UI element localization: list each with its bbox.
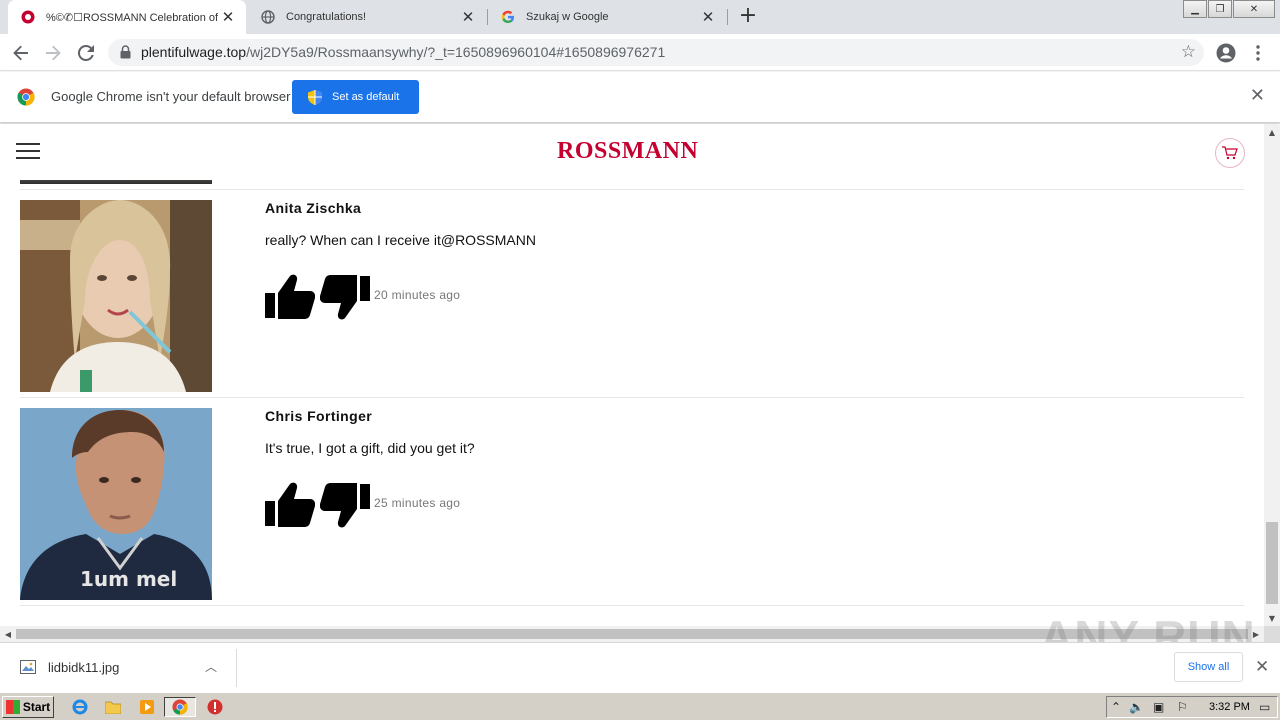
- comment-text: really? When can I receive it@ROSSMANN: [265, 232, 536, 248]
- tray-expand-icon[interactable]: ⌃: [1111, 700, 1121, 714]
- thumbs-down-icon[interactable]: [320, 274, 370, 320]
- page-viewport: ROSSMANN Anita Zischka really? When can …: [0, 124, 1264, 626]
- reload-button[interactable]: [73, 40, 99, 66]
- tab-rossmann[interactable]: %©✆☐ROSSMANN Celebration of the ✕: [8, 0, 246, 34]
- network-icon[interactable]: ▣: [1153, 700, 1164, 714]
- bookmark-star-icon[interactable]: ☆: [1181, 42, 1196, 62]
- scroll-down-arrow-icon[interactable]: ▼: [1264, 610, 1280, 626]
- close-tab-icon[interactable]: ✕: [458, 8, 478, 26]
- media-player-icon[interactable]: [137, 697, 157, 717]
- rossmann-favicon-icon: [20, 9, 36, 25]
- infobar-message: Google Chrome isn't your default browser: [51, 89, 291, 104]
- globe-icon: [260, 9, 276, 25]
- chrome-icon: [17, 88, 35, 106]
- close-infobar-icon[interactable]: ✕: [1250, 85, 1265, 106]
- download-divider: [236, 649, 237, 687]
- chrome-taskbar-button[interactable]: [164, 697, 196, 717]
- profile-button[interactable]: [1213, 40, 1239, 66]
- cart-button[interactable]: [1215, 138, 1245, 168]
- close-tab-icon[interactable]: ✕: [698, 8, 718, 26]
- system-tray: ⌃ 🔈 ▣ ⚐ 3:32 PM ▭: [1106, 696, 1278, 718]
- tab-title-glyphs: %©✆☐: [46, 11, 83, 24]
- chrome-icon: [172, 699, 188, 715]
- close-download-bar-icon[interactable]: ✕: [1255, 657, 1269, 677]
- set-as-default-button[interactable]: Set as default: [292, 80, 419, 114]
- scroll-left-arrow-icon[interactable]: ◀: [0, 626, 16, 642]
- stop-icon[interactable]: [205, 697, 225, 717]
- comment-author: Anita Zischka: [265, 200, 362, 216]
- default-browser-infobar: Google Chrome isn't your default browser…: [0, 72, 1280, 123]
- scrollbar-corner: [1264, 626, 1280, 642]
- tab-strip: %©✆☐ROSSMANN Celebration of the ✕ Congra…: [0, 0, 1280, 34]
- lock-icon: [120, 45, 131, 59]
- minimize-button[interactable]: ▁: [1183, 0, 1207, 18]
- browser-toolbar: plentifulwage.top/wj2DY5a9/Rossmaansywhy…: [0, 34, 1280, 71]
- url-text: plentifulwage.top/wj2DY5a9/Rossmaansywhy…: [141, 44, 665, 60]
- arrow-right-icon: [46, 45, 61, 61]
- arrow-left-icon: [13, 45, 28, 61]
- comment-divider: [20, 397, 1244, 398]
- show-desktop-icon[interactable]: ▭: [1259, 700, 1270, 714]
- vertical-scrollbar[interactable]: ▲ ▼: [1264, 124, 1280, 626]
- kebab-menu-icon: [1256, 45, 1260, 61]
- rossmann-logo[interactable]: ROSSMANN: [557, 138, 698, 165]
- shopping-cart-icon: [1222, 146, 1238, 160]
- action-center-flag-icon[interactable]: ⚐: [1177, 700, 1188, 714]
- account-icon: [1216, 43, 1236, 63]
- new-tab-button[interactable]: +: [738, 5, 758, 27]
- start-label: Start: [22, 700, 51, 714]
- tab-separator: [727, 9, 728, 25]
- ie-icon[interactable]: [70, 697, 90, 717]
- menu-button[interactable]: [1245, 40, 1271, 66]
- comment-timestamp: 20 minutes ago: [374, 288, 461, 302]
- scroll-up-arrow-icon[interactable]: ▲: [1264, 124, 1280, 140]
- avatar: 1um mel: [20, 408, 212, 600]
- url-path: /wj2DY5a9/Rossmaansywhy/?_t=165089696010…: [246, 44, 666, 60]
- google-icon: [500, 9, 516, 25]
- windows-taskbar: Start ⌃ 🔈 ▣ ⚐ 3:32 PM ▭: [0, 692, 1280, 720]
- restore-button[interactable]: ❐: [1208, 0, 1232, 18]
- comment-text: It's true, I got a gift, did you get it?: [265, 440, 475, 456]
- show-all-button[interactable]: Show all: [1174, 652, 1243, 682]
- site-header: ROSSMANN: [0, 124, 1264, 180]
- windows-logo-icon: [5, 700, 20, 714]
- comment-author: Chris Fortinger: [265, 408, 373, 424]
- folder-icon[interactable]: [103, 697, 123, 717]
- image-file-icon: [20, 660, 36, 674]
- comment-timestamp: 25 minutes ago: [374, 496, 461, 510]
- thumbs-up-icon[interactable]: [265, 274, 315, 320]
- taskbar-clock[interactable]: 3:32 PM: [1209, 701, 1250, 713]
- comment-divider: [20, 189, 1244, 190]
- tab-google[interactable]: Szukaj w Google ✕: [488, 0, 726, 34]
- tab-title: Congratulations!: [286, 11, 367, 23]
- thumbs-up-icon[interactable]: [265, 482, 315, 528]
- back-button[interactable]: [8, 40, 34, 66]
- comment-item: 1um mel Chris Fortinger It's true, I got…: [0, 408, 1264, 600]
- avatar: [20, 200, 212, 392]
- avatar-shirt-text: 1um mel: [80, 567, 177, 591]
- comment-item: Anita Zischka really? When can I receive…: [0, 200, 1264, 392]
- close-tab-icon[interactable]: ✕: [218, 8, 238, 26]
- url-host: plentifulwage.top: [141, 44, 247, 60]
- start-button[interactable]: Start: [2, 696, 54, 718]
- tab-title: ROSSMANN Celebration of the: [82, 11, 218, 24]
- address-bar[interactable]: plentifulwage.top/wj2DY5a9/Rossmaansywhy…: [108, 39, 1204, 66]
- window-close-button[interactable]: ✕: [1233, 0, 1275, 18]
- set-as-default-label: Set as default: [332, 91, 400, 103]
- vertical-scroll-thumb[interactable]: [1266, 522, 1278, 604]
- tab-title: Szukaj w Google: [526, 11, 609, 23]
- forward-button[interactable]: [40, 40, 66, 66]
- chevron-up-icon[interactable]: ︿: [205, 658, 217, 675]
- comment-divider: [20, 605, 1244, 606]
- tab-congratulations[interactable]: Congratulations! ✕: [248, 0, 486, 34]
- thumbs-down-icon[interactable]: [320, 482, 370, 528]
- download-bar: lidbidk11.jpg ︿ Show all ✕: [0, 642, 1280, 692]
- shield-icon: [308, 89, 322, 105]
- hamburger-menu-icon[interactable]: [16, 143, 40, 161]
- download-filename[interactable]: lidbidk11.jpg: [48, 660, 119, 675]
- volume-icon[interactable]: 🔈: [1129, 700, 1144, 714]
- reload-icon: [78, 45, 94, 61]
